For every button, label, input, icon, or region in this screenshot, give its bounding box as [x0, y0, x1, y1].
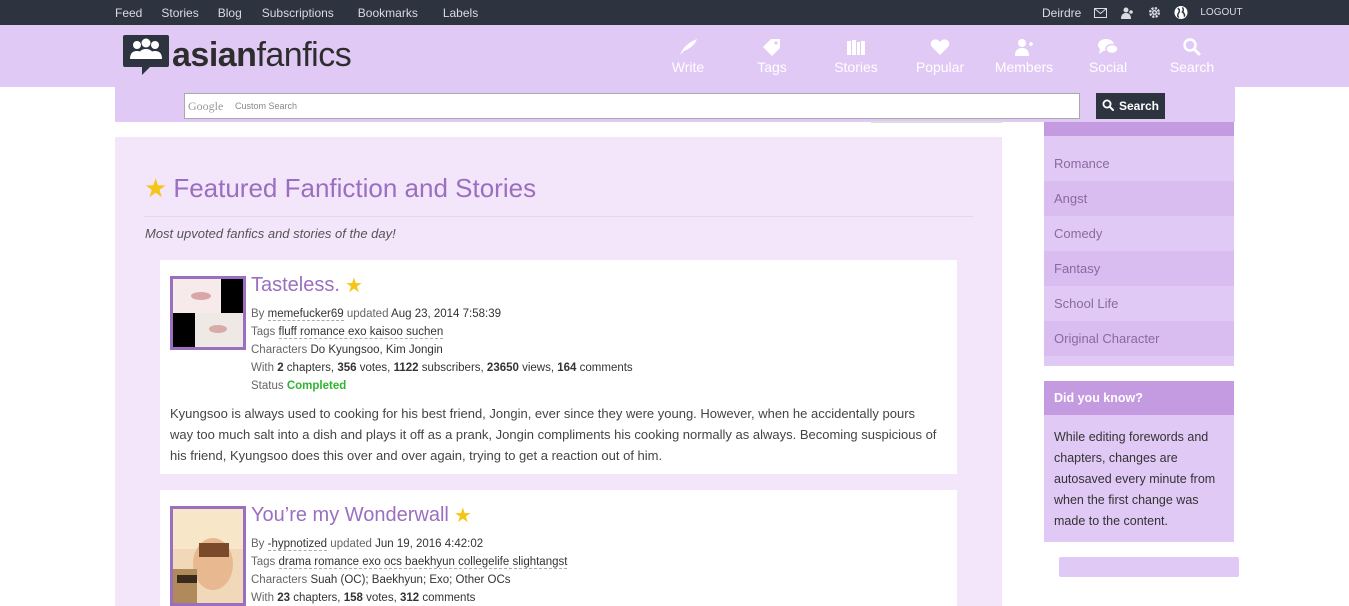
search-button-label: Search: [1118, 99, 1160, 113]
tag-link-angst[interactable]: Angst: [1044, 181, 1234, 216]
search-icon: [1102, 99, 1114, 114]
books-icon: [845, 37, 867, 57]
divider: [144, 216, 973, 217]
story-thumbnail[interactable]: [170, 276, 246, 350]
logo-icon: [123, 35, 169, 75]
search-bar: Google Search: [115, 87, 1235, 122]
nav-members[interactable]: Members: [982, 25, 1066, 87]
story-stats: With 23 chapters, 158 votes, 312 comment…: [251, 592, 476, 604]
story-byline: By memefucker69 updated Aug 23, 2014 7:5…: [251, 308, 502, 321]
featured-heading: ★ Featured Fanfiction and Stories: [144, 173, 536, 204]
nav-write[interactable]: Write: [646, 25, 730, 87]
tag-link-school-life[interactable]: School Life: [1044, 286, 1234, 321]
story-title-link[interactable]: You’re my Wonderwall: [251, 504, 449, 527]
top-bar: Feed Stories Blog Subscriptions Bookmark…: [0, 0, 1349, 25]
story-card: You’re my Wonderwall ★ By -hypnotized up…: [160, 490, 957, 606]
story-tags: Tags drama romance exo ocs baekhyun coll…: [251, 556, 568, 569]
search-icon: [1181, 37, 1203, 57]
gear-icon[interactable]: [1147, 6, 1161, 20]
story-tags: Tags fluff romance exo kaisoo suchen: [251, 326, 444, 339]
tag-link-comedy[interactable]: Comedy: [1044, 216, 1234, 251]
top-link-stories[interactable]: Stories: [161, 6, 198, 20]
heart-icon: [929, 37, 951, 57]
tag-icon: [761, 37, 783, 57]
featured-section: ★ Featured Fanfiction and Stories Most u…: [115, 137, 1002, 606]
friends-icon[interactable]: [1120, 6, 1134, 20]
globe-icon[interactable]: [1174, 5, 1188, 20]
author-link[interactable]: memefucker69: [267, 308, 344, 321]
members-icon: [1013, 37, 1035, 57]
tag-link-fantasy[interactable]: Fantasy: [1044, 251, 1234, 286]
search-button[interactable]: Search: [1096, 93, 1165, 119]
story-title-row: Tasteless. ★: [251, 273, 363, 298]
updated-date: Jun 19, 2016 4:42:02: [375, 538, 484, 550]
featured-subtitle: Most upvoted fanfics and stories of the …: [145, 226, 396, 241]
chat-icon: [1097, 37, 1119, 57]
username-link[interactable]: Deirdre: [1042, 6, 1081, 20]
story-stats: With 2 chapters, 356 votes, 1122 subscri…: [251, 362, 633, 374]
tag-link-original-character[interactable]: Original Character: [1044, 321, 1234, 356]
tags-panel-header: [1044, 122, 1234, 136]
site-header: asianfanfics Write Tags Stories Popular …: [0, 25, 1349, 87]
star-icon: ★: [453, 505, 472, 527]
user-menu: Deirdre LOGOUT: [1042, 0, 1243, 25]
story-thumbnail[interactable]: [170, 506, 246, 606]
story-characters: Characters Do Kyungsoo, Kim Jongin: [251, 344, 443, 356]
story-title-row: You’re my Wonderwall ★: [251, 503, 472, 528]
did-you-know-panel: Did you know? While editing forewords an…: [1044, 381, 1234, 542]
story-title-link[interactable]: Tasteless.: [251, 274, 340, 297]
story-card: Tasteless. ★ By memefucker69 updated Aug…: [160, 260, 957, 474]
story-characters: Characters Suah (OC); Baekhyun; Exo; Oth…: [251, 574, 511, 586]
search-input[interactable]: [184, 93, 1080, 119]
tags-panel: Romance Angst Comedy Fantasy School Life…: [1044, 122, 1234, 366]
sidebar-widget: [1059, 557, 1239, 577]
story-status: Status Completed: [251, 380, 347, 392]
site-logo[interactable]: asianfanfics: [122, 33, 352, 77]
star-icon: ★: [144, 173, 168, 203]
nav-popular[interactable]: Popular: [898, 25, 982, 87]
characters-value: Suah (OC); Baekhyun; Exo; Other OCs: [310, 574, 511, 586]
top-link-bookmarks[interactable]: Bookmarks: [358, 6, 418, 20]
logo-text: asianfanfics: [172, 35, 352, 74]
tag-links[interactable]: fluff romance exo kaisoo suchen: [278, 326, 444, 339]
top-nav: Feed Stories Blog Subscriptions Bookmark…: [115, 0, 478, 25]
logout-link[interactable]: LOGOUT: [1200, 7, 1242, 18]
tag-links[interactable]: drama romance exo ocs baekhyun collegeli…: [278, 556, 568, 569]
nav-tags[interactable]: Tags: [730, 25, 814, 87]
characters-value: Do Kyungsoo, Kim Jongin: [310, 344, 443, 356]
nav-stories[interactable]: Stories: [814, 25, 898, 87]
nav-social[interactable]: Social: [1066, 25, 1150, 87]
quill-icon: [677, 37, 699, 57]
story-byline: By -hypnotized updated Jun 19, 2016 4:42…: [251, 538, 484, 551]
top-link-feed[interactable]: Feed: [115, 6, 142, 20]
did-you-know-title: Did you know?: [1044, 381, 1234, 415]
top-link-labels[interactable]: Labels: [443, 6, 478, 20]
star-icon: ★: [344, 275, 363, 297]
updated-date: Aug 23, 2014 7:58:39: [391, 308, 502, 320]
story-description: Kyungsoo is always used to cooking for h…: [170, 406, 937, 463]
top-link-subscriptions[interactable]: Subscriptions: [262, 6, 334, 20]
tag-link-romance[interactable]: Romance: [1044, 146, 1234, 181]
did-you-know-text: While editing forewords and chapters, ch…: [1054, 430, 1216, 528]
top-link-blog[interactable]: Blog: [218, 6, 242, 20]
mail-icon[interactable]: [1093, 6, 1107, 20]
page-title: Featured Fanfiction and Stories: [173, 173, 537, 203]
status-badge: Completed: [286, 380, 347, 392]
author-link[interactable]: -hypnotized: [267, 538, 328, 551]
divider: [871, 121, 1002, 123]
nav-search[interactable]: Search: [1150, 25, 1234, 87]
